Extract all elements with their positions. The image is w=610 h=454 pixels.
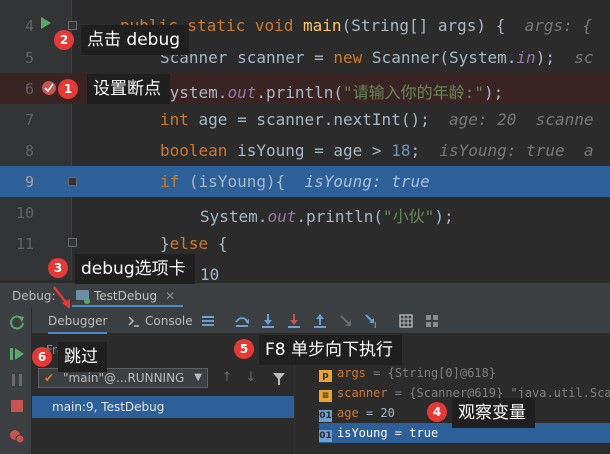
more-icon[interactable] <box>424 313 440 329</box>
step-into-icon[interactable] <box>260 313 276 329</box>
variable-row-args[interactable]: ▶ pargs = {String[0]@618} <box>319 363 610 383</box>
callout-badge-4: 4 <box>427 402 447 422</box>
primitive-icon: 01 <box>319 410 332 422</box>
pause-icon[interactable] <box>9 372 25 388</box>
field-icon: ≡ <box>319 390 332 402</box>
code-line-9-current: 9 if (isYoung){ isYoung: true <box>0 166 610 197</box>
callout-debug-tab: debug选项卡 <box>75 254 195 284</box>
callout-badge-1: 1 <box>58 79 78 99</box>
breakpoint-icon[interactable] <box>41 80 57 96</box>
primitive-icon: 01 <box>319 430 332 442</box>
svg-text:I: I <box>374 321 376 329</box>
arrow-up-icon[interactable]: ↑ <box>220 370 234 385</box>
menu-icon[interactable] <box>200 313 216 329</box>
resume-icon[interactable] <box>9 346 25 362</box>
callout-badge-2: 2 <box>54 30 74 50</box>
callout-badge-6: 6 <box>32 347 52 367</box>
callout-click-debug: 点击 debug <box>81 25 190 55</box>
callout-skip: 跳过 <box>58 342 107 372</box>
tab-debugger[interactable]: Debugger <box>48 308 108 334</box>
callout-step-over: F8 单步向下执行 <box>259 335 402 365</box>
drop-frame-icon[interactable] <box>338 313 354 329</box>
debug-left-toolbar <box>0 308 32 454</box>
stack-frame-row[interactable]: main:9, TestDebug <box>32 396 294 418</box>
run-icon[interactable] <box>40 16 52 30</box>
stop-icon[interactable] <box>9 398 25 414</box>
view-breakpoints-icon[interactable] <box>9 428 25 444</box>
debug-session-tab[interactable]: TestDebug ✕ <box>72 285 184 307</box>
step-out-icon[interactable] <box>312 313 328 329</box>
fold-icon[interactable] <box>68 177 77 186</box>
code-line-8: 8 boolean isYoung = age > 18; isYoung: t… <box>24 141 594 160</box>
tab-console[interactable]: Console <box>145 308 193 334</box>
arrow-down-icon[interactable]: ↓ <box>244 370 258 385</box>
code-line-7: 7 int age = scanner.nextInt(); age: 20 s… <box>24 110 594 129</box>
evaluate-expression-icon[interactable] <box>398 313 414 329</box>
callout-badge-3: 3 <box>48 258 68 278</box>
check-icon: ✔ <box>44 371 55 385</box>
filter-icon[interactable] <box>272 372 286 386</box>
console-icon <box>128 316 139 327</box>
fold-icon[interactable] <box>68 238 77 247</box>
code-line: public class TestDebug { <box>0 0 610 6</box>
debug-tool-window-header: Debug: TestDebug ✕ <box>0 282 610 309</box>
field-icon: p <box>319 370 332 382</box>
debugger-toolbar: Debugger Console I <box>32 308 610 334</box>
force-step-into-icon[interactable] <box>286 313 302 329</box>
debug-title: Debug: <box>12 289 56 303</box>
close-icon[interactable]: ✕ <box>165 289 175 303</box>
callout-watch-variables: 观察变量 <box>452 398 535 428</box>
callout-set-breakpoint: 设置断点 <box>87 74 170 104</box>
fold-icon[interactable] <box>68 21 77 30</box>
run-to-cursor-icon[interactable]: I <box>364 313 380 329</box>
chevron-down-icon: ▼ <box>194 372 202 383</box>
callout-badge-5: 5 <box>234 339 254 359</box>
rerun-icon[interactable] <box>9 314 25 330</box>
running-indicator-icon <box>84 298 90 304</box>
code-line-10: 10 System.out.println("小伙"); <box>15 204 454 226</box>
step-over-icon[interactable] <box>234 313 250 329</box>
